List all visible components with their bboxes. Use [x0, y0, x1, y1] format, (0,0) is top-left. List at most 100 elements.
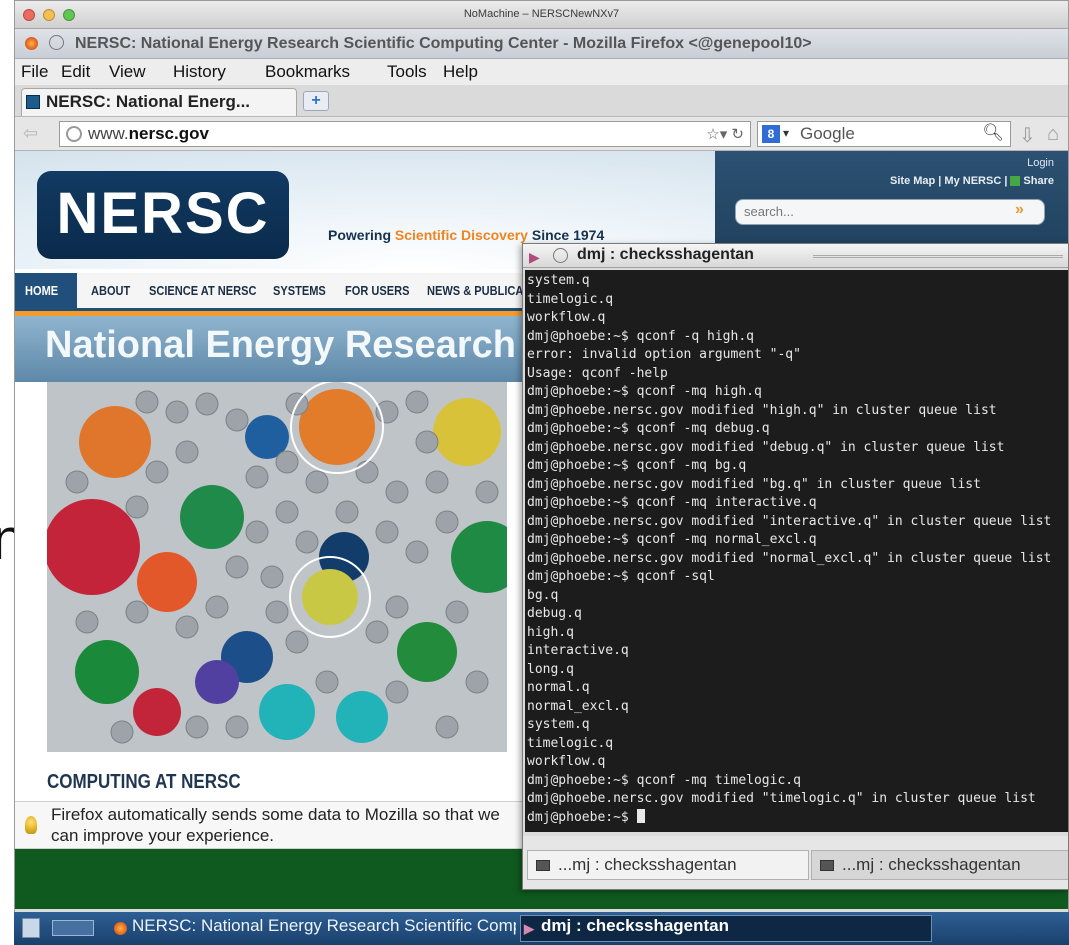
terminal-line: timelogic.q	[527, 291, 614, 307]
terminal-icon	[536, 860, 550, 872]
molecule-sphere	[75, 640, 139, 704]
url-bar[interactable]: www.nersc.gov ☆▾ ↻	[59, 121, 751, 147]
molecule-sphere	[299, 389, 375, 465]
menu-bookmarks[interactable]: Bookmarks	[265, 62, 350, 82]
nav-science[interactable]: SCIENCE AT NERSC	[149, 283, 256, 298]
terminal-tab-label: ...mj : checksshagentan	[558, 855, 737, 874]
taskbar-firefox-label: NERSC: National Energy Research Scientif…	[132, 916, 516, 935]
window-menu-icon[interactable]	[49, 35, 64, 50]
nav-for-users[interactable]: FOR USERS	[345, 283, 409, 298]
nav-home[interactable]: HOME	[15, 273, 77, 311]
window-menu-icon[interactable]	[553, 248, 568, 263]
bookmark-star-icon[interactable]: ☆▾ ↻	[706, 125, 744, 143]
terminal-line: dmj@phoebe:~$ qconf -mq debug.q	[527, 421, 770, 436]
nav-systems[interactable]: SYSTEMS	[273, 283, 326, 298]
terminal-screen[interactable]: system.q timelogic.q workflow.q dmj@phoebe:…	[525, 270, 1068, 832]
molecule-sphere	[259, 684, 315, 740]
molecule-sphere	[137, 552, 197, 612]
molecule-graphic	[47, 382, 507, 752]
taskbar: NERSC: National Energy Research Scientif…	[14, 912, 1069, 945]
menu-file[interactable]: File	[21, 62, 48, 82]
share-icon[interactable]	[1010, 176, 1021, 187]
terminal-line: workflow.q	[527, 310, 606, 325]
menu-help[interactable]: Help	[443, 62, 478, 82]
terminal-app-icon: ▶	[524, 921, 534, 936]
share-link[interactable]: Share	[1023, 175, 1054, 187]
terminal-line: long.q	[527, 661, 574, 677]
terminal-line: dmj@phoebe.nersc.gov modified "bg.q" in …	[527, 476, 981, 492]
search-go-icon[interactable]: »	[1015, 201, 1024, 219]
menu-tools[interactable]: Tools	[387, 62, 427, 82]
firefox-icon	[25, 37, 38, 50]
terminal-app-icon[interactable]: ▶	[529, 249, 540, 266]
notification-text: Firefox automatically sends some data to…	[51, 805, 500, 845]
nav-about[interactable]: ABOUT	[91, 283, 130, 298]
terminal-line: timelogic.q	[527, 735, 614, 751]
titlebar-grip	[813, 255, 1063, 258]
terminal-icon	[820, 860, 834, 872]
terminal-line: dmj@phoebe:~$ qconf -mq timelogic.q	[527, 772, 801, 788]
terminal-line: normal.q	[527, 680, 590, 695]
google-engine-icon[interactable]: 8	[762, 125, 780, 143]
site-search-input[interactable]: search...	[735, 199, 1045, 225]
utility-links: Site Map | My NERSC | Share	[890, 175, 1054, 187]
terminal-line: workflow.q	[527, 754, 606, 769]
lightbulb-icon	[25, 816, 37, 834]
desktop-pager-icon[interactable]	[52, 920, 94, 936]
search-box[interactable]: 8 ▾ Google 🔍︎	[757, 121, 1011, 147]
tagline-accent: Scientific Discovery	[394, 227, 528, 243]
terminal-line: dmj@phoebe.nersc.gov modified "timelogic…	[527, 791, 1036, 806]
terminal-prompt: dmj@phoebe:~$	[527, 809, 637, 825]
mac-titlebar[interactable]: NoMachine – NERSCNewNXv7	[15, 1, 1068, 29]
start-menu-icon[interactable]	[22, 918, 40, 938]
terminal-line: dmj@phoebe:~$ qconf -mq bg.q	[527, 458, 747, 473]
taskbar-terminal-task[interactable]: ▶ dmj : checksshagentan	[520, 915, 932, 942]
molecule-sphere	[397, 622, 457, 682]
tab-nersc[interactable]: NERSC: National Energ...	[21, 88, 297, 116]
molecule-sphere	[180, 485, 244, 549]
menu-edit[interactable]: Edit	[61, 62, 90, 82]
url-domain: nersc.gov	[128, 124, 209, 143]
tagline-post: Since 1974	[527, 227, 605, 243]
terminal-line: dmj@phoebe:~$ qconf -mq normal_excl.q	[527, 532, 817, 547]
terminal-tab-1[interactable]: ...mj : checksshagentan	[527, 850, 809, 880]
terminal-line: dmj@phoebe.nersc.gov modified "interacti…	[527, 513, 1052, 529]
search-icon[interactable]: 🔍︎	[982, 123, 1004, 143]
login-link[interactable]: Login	[1027, 157, 1054, 169]
firefox-titlebar[interactable]: NERSC: National Energy Research Scientif…	[15, 29, 1068, 59]
terminal-line: dmj@phoebe.nersc.gov modified "high.q" i…	[527, 402, 997, 418]
tab-label: NERSC: National Energ...	[46, 92, 251, 111]
molecule-sphere	[79, 406, 151, 478]
molecule-sphere	[433, 398, 501, 466]
terminal-line: system.q	[527, 717, 590, 732]
terminal-line: dmj@phoebe:~$ qconf -sql	[527, 569, 715, 584]
menubar: File Edit View History Bookmarks Tools H…	[15, 59, 1068, 85]
terminal-line: debug.q	[527, 606, 582, 621]
site-identity-icon[interactable]	[66, 126, 82, 142]
menu-view[interactable]: View	[109, 62, 146, 82]
terminal-line: dmj@phoebe:~$ qconf -q high.q	[527, 328, 754, 344]
site-map-links[interactable]: Site Map | My NERSC |	[890, 175, 1007, 187]
molecular-simulation-image[interactable]	[47, 382, 507, 752]
url-text: www.nersc.gov	[88, 124, 209, 144]
terminal-tab-bar: ...mj : checksshagentan ...mj : checkssh…	[523, 836, 1068, 889]
terminal-line: dmj@phoebe.nersc.gov modified "normal_ex…	[527, 550, 1052, 566]
taskbar-terminal-label: dmj : checksshagentan	[541, 916, 730, 935]
download-icon[interactable]: ⇩	[1019, 123, 1036, 148]
molecule-sphere	[195, 660, 239, 704]
home-icon[interactable]: ⌂	[1047, 123, 1059, 146]
section-title: COMPUTING AT NERSC	[47, 771, 241, 793]
engine-dropdown-icon[interactable]: ▾	[783, 126, 789, 140]
tagline-pre: Powering	[328, 227, 395, 243]
back-button[interactable]: ⇦	[23, 123, 45, 145]
terminal-titlebar[interactable]: ▶ dmj : checksshagentan	[523, 244, 1068, 268]
site-tagline: Powering Scientific Discovery Since 1974	[328, 227, 604, 243]
terminal-window: ▶ dmj : checksshagentan system.q timelogi…	[522, 243, 1069, 890]
menu-history[interactable]: History	[173, 62, 226, 82]
taskbar-firefox-task[interactable]: NERSC: National Energy Research Scientif…	[114, 916, 516, 942]
molecule-sphere	[47, 499, 140, 595]
new-tab-button[interactable]: +	[303, 91, 329, 111]
terminal-tab-2[interactable]: ...mj : checksshagentan	[811, 850, 1068, 880]
search-engine-label: Google	[800, 124, 855, 143]
nersc-logo[interactable]: NERSC	[37, 171, 289, 259]
